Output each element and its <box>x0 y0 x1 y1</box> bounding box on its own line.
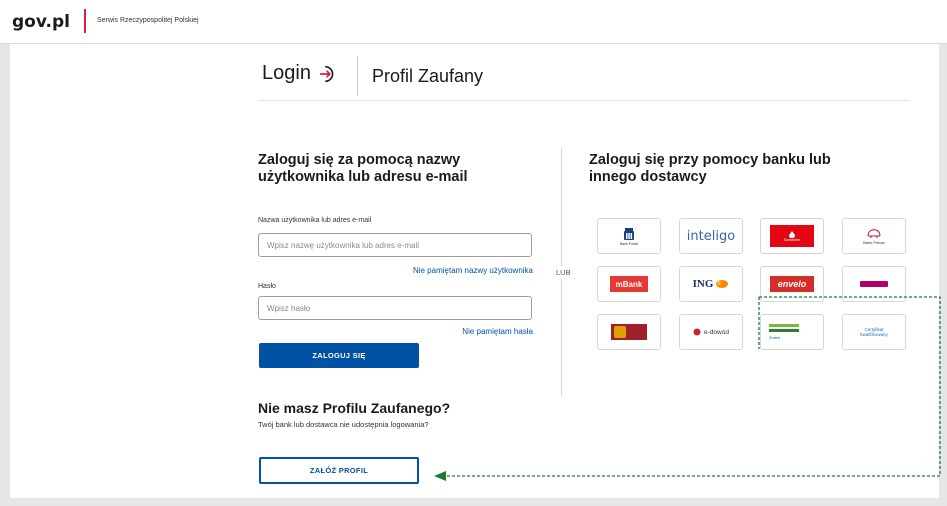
create-profile-button[interactable]: ZAŁÓŻ PROFIL <box>259 457 419 484</box>
eagle-icon <box>693 328 701 336</box>
provider-certyfikat[interactable]: Certyfikat kwalifikowany <box>842 314 906 350</box>
site-header: gov.pl Serwis Rzeczypospolitej Polskiej <box>0 0 947 44</box>
title-underline <box>258 100 910 101</box>
provider-bank-spoldzielczy[interactable]: Zmień <box>760 314 824 350</box>
provider-ing[interactable]: ING <box>679 266 743 302</box>
header-divider <box>84 9 86 33</box>
provider-change-link[interactable]: Zmień <box>769 335 780 340</box>
username-input[interactable] <box>258 233 532 257</box>
provider-name: ING <box>692 278 714 290</box>
profil-zaufany-title: Profil Zaufany <box>372 66 484 86</box>
provider-name: e-dowód <box>704 328 729 336</box>
username-login-heading: Zaloguj się za pomocą nazwy użytkownika … <box>258 152 468 185</box>
arrow-head-icon <box>434 471 446 481</box>
bs-logo-bar <box>769 324 799 327</box>
provider-inteligo[interactable]: inteligo <box>679 218 743 254</box>
millennium-logo <box>860 281 888 287</box>
provider-alior[interactable] <box>597 314 661 350</box>
provider-santander[interactable]: Santander <box>760 218 824 254</box>
provider-caption-line2: kwalifikowany <box>860 332 888 337</box>
provider-name: inteligo <box>686 228 736 244</box>
provider-name: envelo <box>770 276 814 292</box>
provider-caption: Bank Polski <box>619 241 639 246</box>
password-label: Hasło <box>258 283 276 290</box>
frame-left <box>0 44 10 506</box>
forgot-username-link[interactable]: Nie pamiętam nazwy użytkownika <box>413 266 533 275</box>
provider-caption: Bank Pekao <box>863 239 885 245</box>
provider-pko[interactable]: Bank Polski <box>597 218 661 254</box>
bank-login-heading: Zaloguj się przy pomocy banku lub innego… <box>589 152 831 185</box>
password-input[interactable] <box>258 296 532 320</box>
no-profile-heading: Nie masz Profilu Zaufanego? <box>258 400 451 416</box>
forgot-password-link[interactable]: Nie pamiętam hasła <box>462 327 533 336</box>
title-divider <box>357 56 358 96</box>
or-label: LUB <box>556 266 571 279</box>
gov-pl-logo[interactable]: gov.pl <box>12 12 70 32</box>
provider-mbank[interactable]: mBank <box>597 266 661 302</box>
provider-envelo[interactable]: envelo <box>760 266 824 302</box>
login-icon <box>319 65 334 82</box>
pko-logo-icon <box>624 227 634 240</box>
provider-e-dowod[interactable]: e-dowód <box>679 314 743 350</box>
lion-icon <box>716 280 729 288</box>
login-title: Login <box>262 62 339 85</box>
flame-icon <box>789 230 795 238</box>
no-profile-subtext: Twój bank lub dostawca nie udostępnia lo… <box>258 420 429 429</box>
site-name: Serwis Rzeczypospolitej Polskiej <box>97 17 199 24</box>
bs-logo-bar <box>769 329 799 332</box>
alior-logo <box>611 324 647 340</box>
santander-logo: Santander <box>770 225 814 247</box>
username-label: Nazwa użytkownika lub adres e-mail <box>258 217 372 224</box>
login-title-text: Login <box>262 62 311 84</box>
frame-right <box>939 44 947 506</box>
provider-name: mBank <box>610 276 648 292</box>
frame-bottom <box>0 498 947 506</box>
provider-pekao[interactable]: Bank Pekao <box>842 218 906 254</box>
provider-millennium[interactable] <box>842 266 906 302</box>
bison-icon <box>867 228 881 238</box>
login-button[interactable]: ZALOGUJ SIĘ <box>259 343 419 368</box>
provider-caption: Santander <box>783 237 801 242</box>
